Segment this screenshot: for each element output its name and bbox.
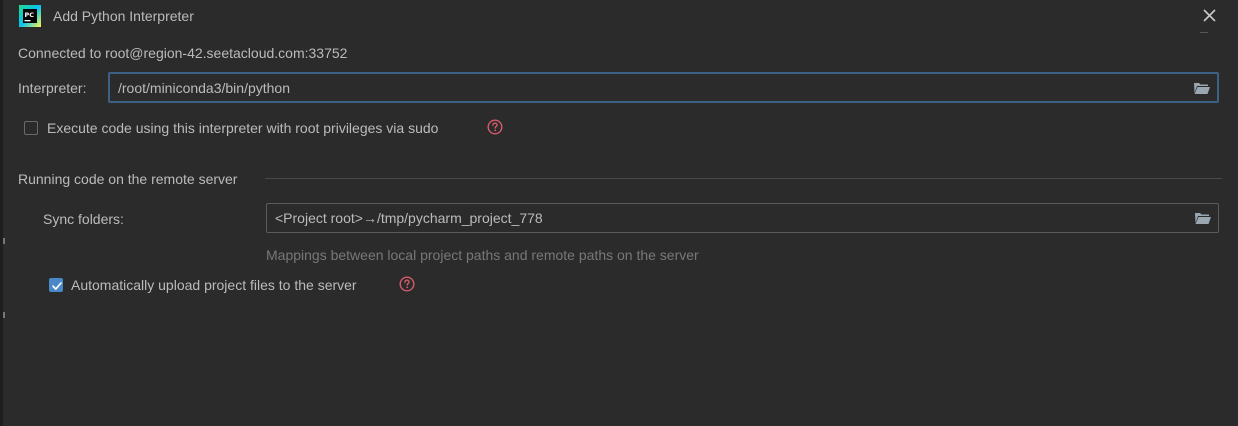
help-icon[interactable] bbox=[487, 119, 503, 135]
interpreter-path-value[interactable]: /root/miniconda3/bin/python bbox=[118, 80, 290, 96]
pycharm-logo-icon: PC bbox=[19, 5, 41, 27]
logo-text: PC bbox=[25, 11, 35, 19]
sync-folders-label: Sync folders: bbox=[43, 211, 124, 227]
sudo-checkbox[interactable] bbox=[24, 121, 38, 135]
close-icon[interactable] bbox=[1200, 6, 1220, 26]
folder-open-icon[interactable] bbox=[1194, 210, 1212, 226]
add-python-interpreter-dialog: PC Add Python Interpreter Connected to r… bbox=[0, 0, 1238, 426]
help-icon[interactable] bbox=[399, 276, 415, 292]
sync-folders-value[interactable]: <Project root>→/tmp/pycharm_project_778 bbox=[275, 210, 543, 226]
remote-section-title: Running code on the remote server bbox=[18, 171, 238, 187]
edge-artifact bbox=[3, 238, 5, 244]
sudo-checkbox-label[interactable]: Execute code using this interpreter with… bbox=[47, 120, 438, 136]
folder-open-icon[interactable] bbox=[1193, 80, 1211, 96]
interpreter-label: Interpreter: bbox=[18, 80, 87, 96]
titlebar-divider bbox=[1200, 32, 1208, 33]
dialog-titlebar: PC Add Python Interpreter bbox=[3, 0, 1238, 34]
edge-artifact bbox=[3, 312, 5, 318]
interpreter-path-field[interactable]: /root/miniconda3/bin/python bbox=[108, 72, 1219, 103]
auto-upload-label[interactable]: Automatically upload project files to th… bbox=[71, 277, 357, 293]
connection-status: Connected to root@region-42.seetacloud.c… bbox=[18, 45, 348, 61]
section-divider bbox=[265, 178, 1222, 179]
sync-folders-hint: Mappings between local project paths and… bbox=[266, 247, 699, 263]
dialog-title: Add Python Interpreter bbox=[53, 8, 194, 24]
checkmark-icon bbox=[52, 282, 62, 290]
auto-upload-checkbox[interactable] bbox=[49, 278, 63, 292]
sync-folders-field[interactable]: <Project root>→/tmp/pycharm_project_778 bbox=[266, 203, 1219, 233]
